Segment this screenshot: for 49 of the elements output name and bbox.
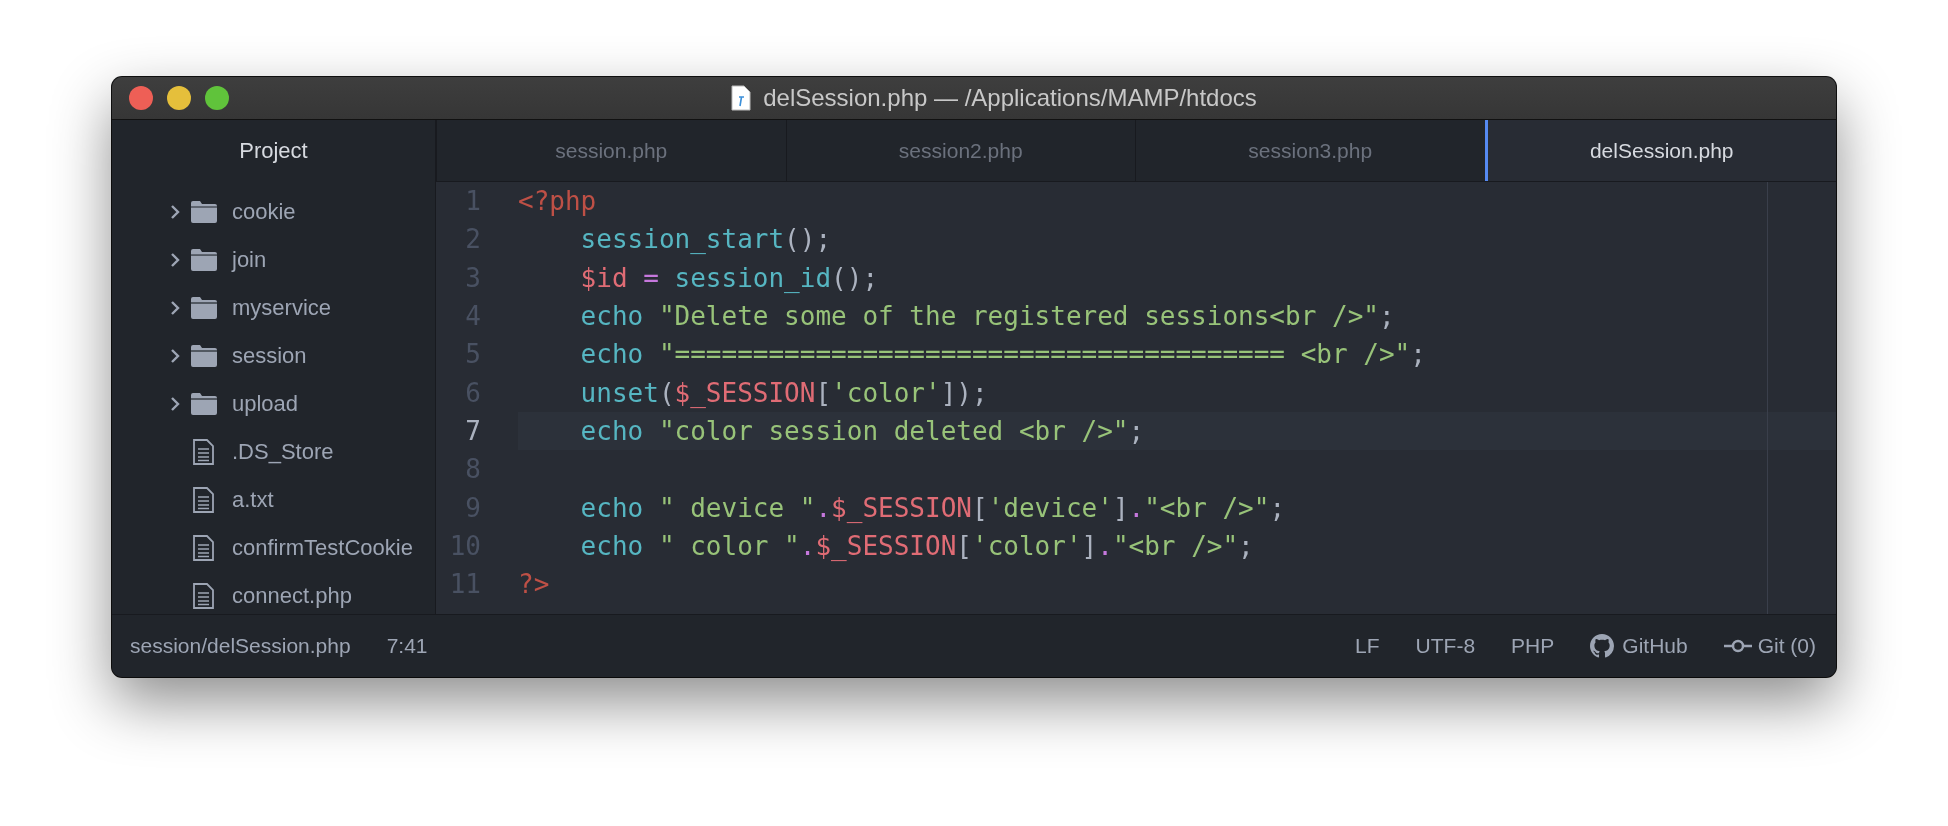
code-line: echo "======================================= <br />";	[579, 339, 1426, 370]
grammar[interactable]: PHP	[1511, 634, 1555, 658]
file-name[interactable]: session	[232, 343, 307, 369]
file-tab[interactable]: session2.php	[785, 120, 1135, 181]
file-name[interactable]: connect.php	[232, 583, 352, 609]
sidebar-title: Project	[238, 136, 309, 165]
file-name[interactable]: confirmTestCookie	[232, 535, 413, 561]
folder-icon	[190, 392, 218, 416]
github-label[interactable]: GitHub	[1622, 634, 1688, 658]
file-path[interactable]: session/delSession.php	[130, 634, 351, 658]
file-name[interactable]: join	[232, 247, 267, 273]
git-status[interactable]: Git (0)	[1757, 634, 1816, 658]
code-line: echo "Delete some of the registered sessions<br />";	[579, 301, 1395, 332]
file-name[interactable]: upload	[232, 391, 299, 417]
file-tab[interactable]: delSession.php	[1484, 120, 1836, 181]
file-tab[interactable]: session.php	[436, 120, 786, 181]
close-button[interactable]	[129, 86, 153, 110]
folder-icon	[190, 248, 218, 272]
code-line: <?php	[518, 186, 597, 217]
file-icon	[731, 85, 752, 111]
file-name[interactable]: cookie	[232, 199, 296, 225]
github-icon[interactable]	[1590, 634, 1615, 658]
code-line: unset($_SESSION['color']);	[579, 377, 988, 408]
line-ending[interactable]: LF	[1355, 634, 1380, 658]
code-line: session_start();	[579, 224, 832, 255]
encoding[interactable]: UTF-8	[1415, 634, 1476, 658]
minimize-button[interactable]	[167, 86, 191, 110]
chevron-right-icon[interactable]	[169, 252, 181, 268]
code-line: ?>	[518, 569, 550, 600]
code-line: $id = session_id();	[579, 262, 879, 293]
folder-icon	[190, 200, 218, 224]
chevron-right-icon[interactable]	[169, 348, 181, 364]
chevron-right-icon[interactable]	[169, 300, 181, 316]
zoom-button[interactable]	[205, 86, 229, 110]
git-commit-icon[interactable]	[1723, 638, 1752, 654]
code-line: echo "color session deleted <br />";	[579, 415, 1145, 446]
folder-icon	[190, 296, 218, 320]
code-line: echo " color ".$_SESSION['color']."<br />";	[579, 530, 1254, 561]
file-name[interactable]: myservice	[232, 295, 331, 321]
window-title: delSession.php — /Applications/MAMP/htdocs	[763, 84, 1257, 112]
file-name[interactable]: .DS_Store	[232, 439, 334, 465]
code-line: echo " device ".$_SESSION['device']."<br />";	[579, 492, 1286, 523]
file-tab[interactable]: session3.php	[1135, 120, 1485, 181]
file-name[interactable]: a.txt	[232, 487, 274, 513]
cursor-position[interactable]: 7:41	[386, 634, 428, 658]
line-number: 7	[464, 415, 481, 446]
chevron-right-icon[interactable]	[169, 204, 181, 220]
folder-icon	[190, 344, 218, 368]
chevron-right-icon[interactable]	[169, 396, 181, 412]
